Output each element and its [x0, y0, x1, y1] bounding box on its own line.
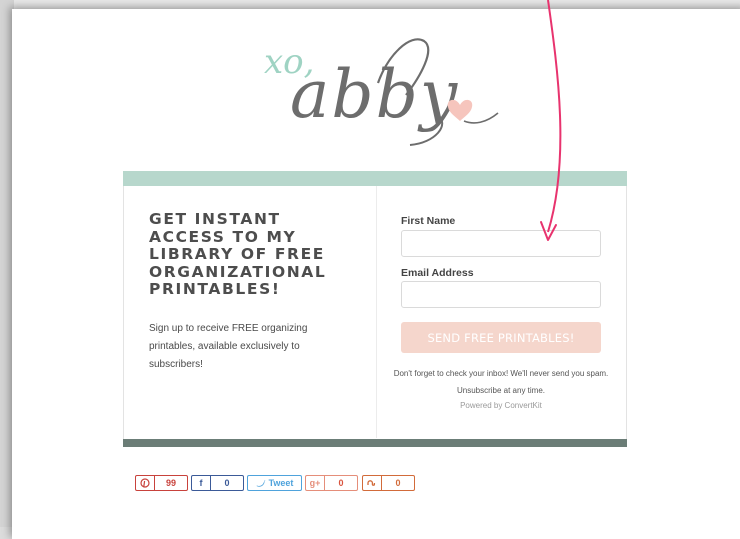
form-top-band: [123, 171, 627, 186]
send-printables-button[interactable]: SEND FREE PRINTABLES!: [401, 322, 601, 353]
form-column-divider: [376, 186, 377, 438]
form-bottom-band: [123, 439, 627, 447]
logo-name: abby: [290, 56, 459, 133]
form-privacy-note: Don't forget to check your inbox! We'll …: [393, 369, 609, 395]
pinterest-share-button[interactable]: 99: [135, 475, 188, 491]
form-headline: GET INSTANT ACCESS TO MY LIBRARY OF FREE…: [149, 210, 327, 298]
page-content: xo, abby GET INSTANT ACCESS TO MY LIBRAR…: [12, 9, 740, 539]
site-logo[interactable]: xo, abby: [260, 25, 510, 155]
facebook-icon: f: [199, 478, 203, 488]
email-label: Email Address: [401, 267, 474, 279]
first-name-label: First Name: [401, 215, 456, 227]
first-name-input[interactable]: [401, 230, 601, 257]
pinterest-count: 99: [154, 476, 187, 490]
facebook-count: 0: [210, 476, 243, 490]
optin-form-card: GET INSTANT ACCESS TO MY LIBRARY OF FREE…: [123, 171, 627, 447]
stumbleupon-count: 0: [381, 476, 414, 490]
google-plus-count: 0: [324, 476, 357, 490]
facebook-share-button[interactable]: f 0: [191, 475, 244, 491]
form-subtext: Sign up to receive FREE organizing print…: [149, 323, 308, 370]
stumbleupon-icon: [363, 476, 381, 490]
google-plus-icon: g+: [309, 478, 321, 488]
logo-heart-tail: [463, 112, 499, 124]
tweet-label: Tweet: [268, 478, 294, 488]
pinterest-icon: [136, 476, 154, 490]
google-plus-share-button[interactable]: g+ 0: [305, 475, 358, 491]
twitter-share-button[interactable]: Tweet: [247, 475, 302, 491]
email-input[interactable]: [401, 281, 601, 308]
twitter-icon: [256, 479, 266, 487]
stumbleupon-share-button[interactable]: 0: [362, 475, 415, 491]
powered-by-link[interactable]: Powered by ConvertKit: [389, 401, 613, 410]
